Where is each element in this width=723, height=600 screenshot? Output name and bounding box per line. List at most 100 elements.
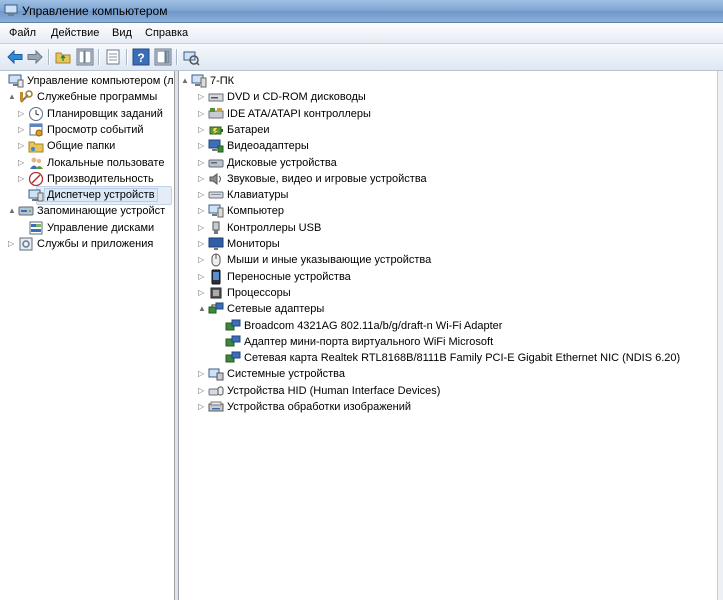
device-tree-item-label: Устройства HID (Human Interface Devices) <box>227 384 441 397</box>
device-tree-item-10[interactable]: ▷ Мониторы <box>179 236 714 252</box>
device-tree-item-17[interactable]: Сетевая карта Realtek RTL8168B/8111B Fam… <box>179 350 714 366</box>
forward-arrow-icon[interactable] <box>26 48 44 66</box>
device-tree-item-11[interactable]: ▷ Мыши и иные указывающие устройства <box>179 252 714 268</box>
device-tree-item-13[interactable]: ▷ Процессоры <box>179 285 714 301</box>
help-icon[interactable]: ? <box>132 48 150 66</box>
collapsed-arrow-icon[interactable]: ▷ <box>18 109 26 118</box>
console-tree-item-5[interactable]: ▷ Локальные пользовате <box>0 155 174 171</box>
collapsed-arrow-icon[interactable]: ▷ <box>198 125 206 134</box>
console-tree-item-10[interactable]: ▷ Службы и приложения <box>0 236 174 252</box>
expanded-arrow-icon[interactable]: ▲ <box>8 93 16 101</box>
menu-view[interactable]: Вид <box>112 27 132 39</box>
expanded-arrow-icon[interactable]: ▲ <box>8 207 16 215</box>
collapsed-arrow-icon[interactable]: ▷ <box>198 386 206 395</box>
console-tree-item-7[interactable]: Диспетчер устройств <box>0 187 174 203</box>
sound-icon <box>208 171 224 187</box>
computer-icon <box>208 203 224 219</box>
content-area: Управление компьютером (л ▲ Служебные прог… <box>0 71 723 600</box>
menu-bar: Файл Действие Вид Справка <box>0 23 723 44</box>
display-adapter-icon <box>208 138 224 154</box>
collapsed-arrow-icon[interactable]: ▷ <box>198 272 206 281</box>
device-tree-item-19[interactable]: ▷ Устройства HID (Human Interface Devices… <box>179 383 714 399</box>
console-tree-item-0[interactable]: Управление компьютером (л <box>0 73 174 89</box>
console-tree-item-6[interactable]: ▷ Производительность <box>0 171 174 187</box>
collapsed-arrow-icon[interactable]: ▷ <box>198 174 206 183</box>
device-tree-item-14[interactable]: ▲ Сетевые адаптеры <box>179 301 714 317</box>
collapsed-arrow-icon[interactable]: ▷ <box>198 109 206 118</box>
collapsed-arrow-icon[interactable]: ▷ <box>198 370 206 378</box>
console-tree-item-4[interactable]: ▷ Общие папки <box>0 138 174 154</box>
collapsed-arrow-icon[interactable]: ▷ <box>198 93 206 101</box>
expanded-arrow-icon[interactable]: ▲ <box>181 77 189 85</box>
collapsed-arrow-icon[interactable]: ▷ <box>198 142 206 150</box>
processor-icon <box>208 285 224 301</box>
console-tree-item-label: Службы и приложения <box>37 238 154 250</box>
collapsed-arrow-icon[interactable]: ▷ <box>198 288 206 297</box>
users-icon <box>28 155 44 171</box>
computer-management-app-icon <box>4 4 18 16</box>
show-hide-tree-icon[interactable] <box>76 48 94 66</box>
collapsed-arrow-icon[interactable]: ▷ <box>198 223 206 232</box>
back-arrow-icon[interactable] <box>6 48 24 66</box>
device-tree-item-7[interactable]: ▷ Клавиатуры <box>179 187 714 203</box>
collapsed-arrow-icon[interactable]: ▷ <box>198 256 206 264</box>
device-tree-item-6[interactable]: ▷ Звуковые, видео и игровые устройства <box>179 171 714 187</box>
vertical-scrollbar[interactable] <box>717 71 723 600</box>
collapsed-arrow-icon[interactable]: ▷ <box>198 240 206 248</box>
device-tree-item-label: Мыши и иные указывающие устройства <box>227 254 432 267</box>
device-tree-item-0[interactable]: ▲ 7-ПК <box>179 73 714 89</box>
usb-icon <box>208 220 224 236</box>
console-tree-item-1[interactable]: ▲ Служебные программы <box>0 89 174 105</box>
collapsed-arrow-icon[interactable]: ▷ <box>18 125 26 134</box>
toolbar: ? <box>0 44 723 71</box>
console-tree-item-2[interactable]: ▷ Планировщик заданий <box>0 106 174 122</box>
mouse-icon <box>208 252 224 268</box>
device-tree-item-16[interactable]: Адаптер мини-порта виртуального WiFi Mic… <box>179 334 714 350</box>
device-tree-item-label: Сетевая карта Realtek RTL8168B/8111B Fam… <box>244 352 681 365</box>
monitor-icon <box>208 236 224 252</box>
device-tree-item-label: Контроллеры USB <box>227 221 322 234</box>
device-tree-item-1[interactable]: ▷ DVD и CD-ROM дисководы <box>179 89 714 105</box>
action-pane-icon[interactable] <box>154 48 172 66</box>
device-tree-item-label: Клавиатуры <box>227 189 289 202</box>
device-tree-item-3[interactable]: ▷ Батареи <box>179 122 714 138</box>
console-tree-item-label: Общие папки <box>47 140 116 153</box>
collapsed-arrow-icon[interactable]: ▷ <box>18 158 26 167</box>
menu-action[interactable]: Действие <box>51 27 99 39</box>
console-tree-item-3[interactable]: ▷ Просмотр событий <box>0 122 174 138</box>
menu-help[interactable]: Справка <box>145 27 188 39</box>
collapsed-arrow-icon[interactable]: ▷ <box>198 158 206 167</box>
device-tree-item-12[interactable]: ▷ Переносные устройства <box>179 269 714 285</box>
device-tree-item-20[interactable]: ▷ Устройства обработки изображений <box>179 399 714 415</box>
device-tree-item-15[interactable]: Broadcom 4321AG 802.11a/b/g/draft-n Wi-F… <box>179 318 714 334</box>
up-folder-icon[interactable] <box>54 48 72 66</box>
device-tree-item-5[interactable]: ▷ Дисковые устройства <box>179 155 714 171</box>
disk-drive-icon <box>208 155 224 171</box>
properties-icon[interactable] <box>104 48 122 66</box>
device-tree-item-9[interactable]: ▷ Контроллеры USB <box>179 220 714 236</box>
storage-icon <box>18 203 34 219</box>
device-tree-item-label: Переносные устройства <box>227 270 351 283</box>
disk-management-icon <box>28 220 44 236</box>
device-tree-item-label: Звуковые, видео и игровые устройства <box>227 172 427 185</box>
device-tree-item-8[interactable]: ▷ Компьютер <box>179 203 714 219</box>
collapsed-arrow-icon[interactable]: ▷ <box>198 403 206 411</box>
console-tree-item-8[interactable]: ▲ Запоминающие устройст <box>0 203 174 219</box>
console-tree-item-9[interactable]: Управление дисками <box>0 220 174 236</box>
menu-file[interactable]: Файл <box>9 27 36 39</box>
keyboard-icon <box>208 187 224 203</box>
device-tree-item-4[interactable]: ▷ Видеоадаптеры <box>179 138 714 154</box>
scan-hardware-icon[interactable] <box>182 48 200 66</box>
device-tree-item-2[interactable]: ▷ IDE ATA/ATAPI контроллеры <box>179 106 714 122</box>
device-tree-item-label: Процессоры <box>227 286 291 299</box>
collapsed-arrow-icon[interactable]: ▷ <box>18 174 26 183</box>
collapsed-arrow-icon[interactable]: ▷ <box>198 191 206 199</box>
network-adapter-icon <box>208 301 224 317</box>
expanded-arrow-icon[interactable]: ▲ <box>198 305 206 313</box>
collapsed-arrow-icon[interactable]: ▷ <box>198 207 206 215</box>
collapsed-arrow-icon[interactable]: ▷ <box>8 240 16 248</box>
collapsed-arrow-icon[interactable]: ▷ <box>18 142 26 150</box>
event-viewer-icon <box>28 122 44 138</box>
tools-icon <box>18 89 34 105</box>
device-tree-item-18[interactable]: ▷ Системные устройства <box>179 366 714 382</box>
